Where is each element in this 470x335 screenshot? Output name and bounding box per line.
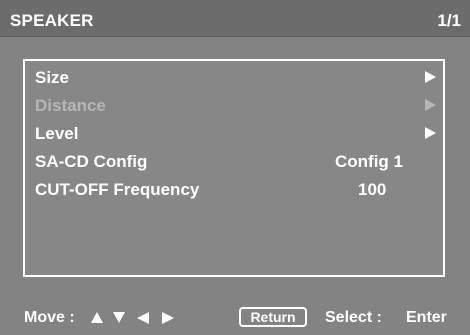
page-indicator: 1/1 — [437, 11, 461, 30]
menu-item-label: CUT-OFF Frequency — [35, 180, 200, 199]
move-label: Move : — [24, 309, 75, 326]
enter-label: Enter — [406, 309, 447, 326]
speaker-setup-screen: SPEAKER 1/1 Size Distance Level SA-CD Co… — [0, 0, 470, 335]
right-arrow-icon — [425, 99, 436, 111]
menu-item-label: SA-CD Config — [35, 152, 148, 171]
right-arrow-icon — [425, 71, 436, 83]
menu-item-value: 100 — [358, 180, 387, 199]
menu-item-label: Distance — [35, 96, 106, 115]
menu-item-label: Level — [35, 124, 79, 143]
menu-item-level[interactable]: Level — [25, 122, 443, 146]
menu-item-size[interactable]: Size — [25, 66, 443, 90]
return-button[interactable]: Return — [239, 307, 307, 327]
menu-item-sacd-config[interactable]: SA-CD Config Config 1 — [25, 150, 443, 174]
up-arrow-icon — [91, 312, 103, 323]
menu-item-label: Size — [35, 68, 70, 87]
right-arrow-icon — [425, 127, 436, 139]
menu-item-cutoff-frequency[interactable]: CUT-OFF Frequency 100 — [25, 178, 443, 202]
right-arrow-icon — [162, 312, 174, 324]
help-bar: Move : Return Select : Enter — [0, 300, 470, 335]
speaker-menu: Size Distance Level SA-CD Config Config … — [23, 59, 445, 277]
down-arrow-icon — [113, 312, 125, 323]
menu-item-value: Config 1 — [335, 152, 403, 171]
page-title: SPEAKER — [10, 11, 94, 30]
menu-item-distance: Distance — [25, 94, 443, 118]
left-arrow-icon — [137, 312, 149, 324]
title-bar: SPEAKER 1/1 — [0, 0, 470, 37]
select-label: Select : — [325, 309, 382, 326]
